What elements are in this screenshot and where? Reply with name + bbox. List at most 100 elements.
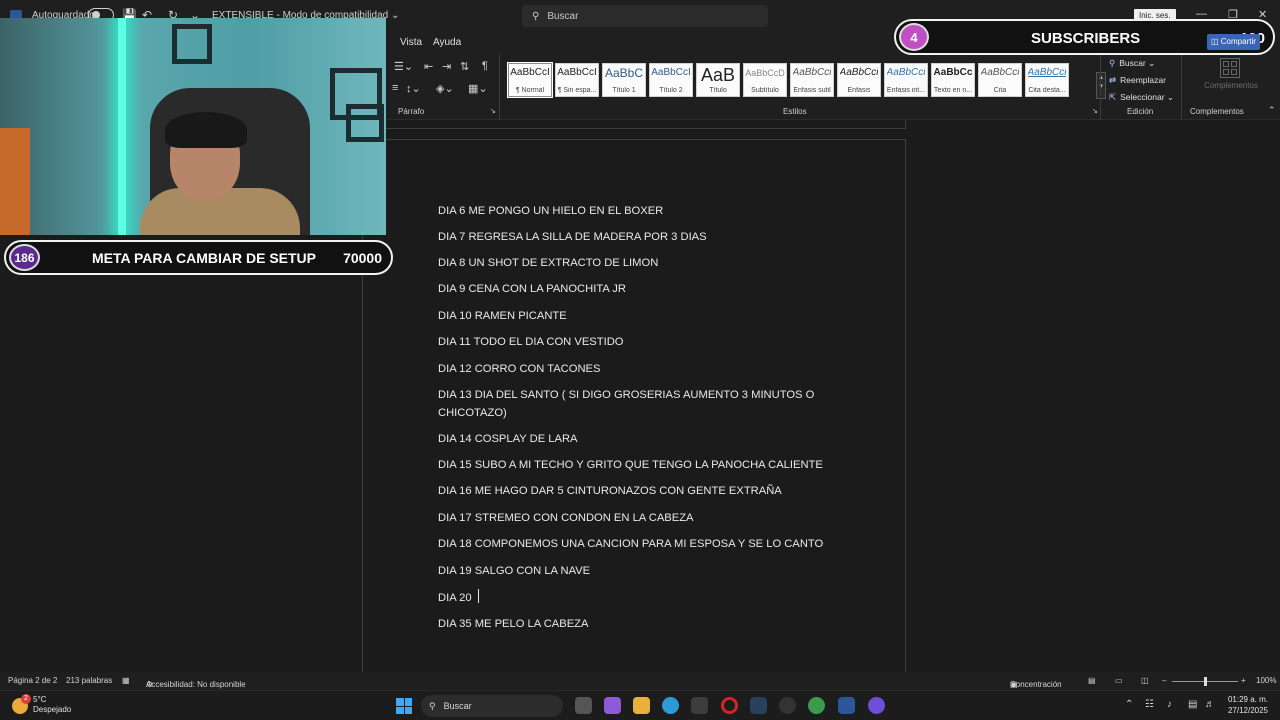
copilot-icon[interactable] (604, 697, 621, 714)
taskbar: 2 5°C Despejado ⚲ Buscar ⌃ ☷ ♪ ▤ ♬ 01:29… (0, 690, 1280, 720)
doc-line-current[interactable]: DIA 20 (438, 589, 818, 608)
style-normal[interactable]: AaBbCcI ¶ Normal (507, 62, 553, 98)
doc-line[interactable]: DIA 17 STREMEO CON CONDON EN LA CABEZA (438, 510, 818, 528)
search-box[interactable]: ⚲ Buscar (522, 5, 768, 27)
store-icon[interactable] (691, 697, 708, 714)
tab-vista[interactable]: Vista (400, 37, 422, 48)
styles-launcher-icon[interactable]: ↘ (1092, 107, 1098, 115)
select-button[interactable]: ⇱ Seleccionar ⌄ (1109, 92, 1174, 103)
share-button[interactable]: ◫ Compartir (1207, 34, 1260, 50)
network-icon[interactable]: ▤ (1188, 699, 1197, 710)
style-titulo-2[interactable]: AaBbCcI Título 2 (649, 63, 693, 97)
print-layout-icon[interactable]: ▭ (1115, 676, 1123, 685)
line-spacing-icon[interactable]: ↕⌄ (406, 82, 421, 95)
style-name: Título 2 (659, 87, 683, 94)
find-button[interactable]: ⚲ Buscar ⌄ (1109, 58, 1155, 69)
tray-overflow-icon[interactable]: ⌃ (1125, 699, 1133, 710)
weather-temperature[interactable]: 5°C (33, 695, 46, 704)
addins-icon[interactable] (1220, 58, 1240, 78)
find-label: Buscar (1119, 58, 1146, 68)
word-count[interactable]: 213 palabras (66, 676, 112, 685)
style-titulo[interactable]: AaB Título (696, 63, 740, 97)
doc-line[interactable]: DIA 8 UN SHOT DE EXTRACTO DE LIMON (438, 255, 818, 273)
style-enfasis-sutil[interactable]: AaBbCci Énfasis sutil (790, 63, 834, 97)
file-explorer-icon[interactable] (633, 697, 650, 714)
doc-line[interactable]: DIA 6 ME PONGO UN HIELO EN EL BOXER (438, 203, 818, 221)
style-name: Texto en n... (933, 87, 973, 94)
proofing-icon[interactable]: ▦ (122, 676, 130, 685)
document-page[interactable]: DIA 6 ME PONGO UN HIELO EN EL BOXER DIA … (362, 139, 906, 679)
zoom-in-icon[interactable]: + (1241, 676, 1246, 685)
style-preview: AaBbCcI (557, 67, 597, 78)
style-preview: AaBbCcI (510, 67, 550, 78)
style-enfasis-intenso[interactable]: AaBbCci Énfasis int... (884, 63, 928, 97)
tab-ayuda[interactable]: Ayuda (433, 37, 461, 48)
edge-icon[interactable] (662, 697, 679, 714)
doc-line[interactable]: DIA 9 CENA CON LA PANOCHITA JR (438, 281, 818, 299)
web-layout-icon[interactable]: ◫ (1141, 676, 1149, 685)
decrease-indent-icon[interactable]: ⇤ (424, 60, 433, 73)
style-name: Subtítulo (751, 87, 779, 94)
style-cita-destacada[interactable]: AaBbCci Cita desta... (1025, 63, 1069, 97)
style-preview: AaBbCci (1027, 67, 1067, 78)
doc-line[interactable]: DIA 10 RAMEN PICANTE (438, 308, 818, 326)
taskbar-search[interactable]: ⚲ Buscar (421, 695, 563, 717)
zoom-slider-thumb[interactable] (1204, 677, 1207, 686)
sort-icon[interactable]: ⇅ (460, 60, 469, 73)
editing-group: ⚲ Buscar ⌄ ⇄ Reemplazar ⇱ Seleccionar ⌄ Edi… (1100, 54, 1182, 120)
replace-button[interactable]: ⇄ Reemplazar (1109, 75, 1166, 86)
goal-bar-setup: 186 META PARA CAMBIAR DE SETUP 70000 (4, 240, 393, 275)
doc-line[interactable]: DIA 12 CORRO CON TACONES (438, 361, 818, 379)
chrome-icon[interactable] (808, 697, 825, 714)
zoom-level[interactable]: 100% (1256, 676, 1276, 685)
system-clock[interactable]: 01:29 a. m. 27/12/2025 (1228, 694, 1268, 716)
style-enfasis[interactable]: AaBbCci Énfasis (837, 63, 881, 97)
neon-light (118, 18, 126, 235)
borders-icon[interactable]: ▦⌄ (468, 82, 488, 95)
style-cita[interactable]: AaBbCci Cita (978, 63, 1022, 97)
microphone-icon[interactable]: ♪ (1167, 699, 1172, 710)
windows-start-icon[interactable] (396, 698, 412, 714)
discord-icon[interactable] (868, 697, 885, 714)
style-texto-en-negrita[interactable]: AaBbCc Texto en n... (931, 63, 975, 97)
paragraph-launcher-icon[interactable]: ↘ (490, 107, 496, 115)
doc-line[interactable]: DIA 13 DIA DEL SANTO ( SI DIGO GROSERIAS… (438, 387, 818, 422)
webcam-object (0, 128, 30, 235)
opera-icon[interactable] (721, 697, 738, 714)
doc-line[interactable]: DIA 14 COSPLAY DE LARA (438, 431, 818, 449)
collapse-ribbon-icon[interactable]: ⌃ (1268, 105, 1276, 116)
zoom-out-icon[interactable]: – (1162, 676, 1166, 685)
editing-group-label: Edición (1127, 107, 1154, 116)
volume-icon[interactable]: ♬ (1205, 699, 1215, 710)
doc-line[interactable]: DIA 19 SALGO CON LA NAVE (438, 563, 818, 581)
tray-app-icon[interactable]: ☷ (1145, 699, 1154, 710)
task-view-icon[interactable] (575, 697, 592, 714)
style-sin-espaciado[interactable]: AaBbCcI ¶ Sin espa... (555, 63, 599, 97)
addins-button-label[interactable]: Complementos (1182, 81, 1280, 90)
style-titulo-1[interactable]: AaBbC Título 1 (602, 63, 646, 97)
multilevel-list-icon[interactable]: ☰⌄ (394, 60, 413, 73)
doc-line[interactable]: DIA 7 REGRESA LA SILLA DE MADERA POR 3 D… (438, 229, 818, 247)
read-mode-icon[interactable]: ▤ (1088, 676, 1096, 685)
increase-indent-icon[interactable]: ⇥ (442, 60, 451, 73)
style-subtitulo[interactable]: AaBbCcD Subtítulo (743, 63, 787, 97)
text-cursor (477, 589, 479, 603)
doc-line[interactable]: DIA 35 ME PELO LA CABEZA (438, 616, 818, 634)
show-formatting-icon[interactable]: ¶ (482, 60, 488, 72)
share-label: Compartir (1220, 37, 1256, 46)
word-taskbar-icon[interactable] (838, 697, 855, 714)
steam-icon[interactable] (750, 697, 767, 714)
obs-icon[interactable] (779, 697, 796, 714)
page-count[interactable]: Página 2 de 2 (8, 676, 57, 685)
justify-icon[interactable]: ≡ (392, 82, 398, 94)
doc-line[interactable]: DIA 18 COMPONEMOS UNA CANCION PARA MI ES… (438, 536, 838, 554)
weather-description[interactable]: Despejado (33, 705, 71, 714)
doc-line[interactable]: DIA 15 SUBO A MI TECHO Y GRITO QUE TENGO… (438, 457, 838, 475)
doc-line[interactable]: DIA 16 ME HAGO DAR 5 CINTURONAZOS CON GE… (438, 483, 818, 501)
styles-group-label: Estilos (783, 107, 807, 116)
doc-line[interactable]: DIA 11 TODO EL DIA CON VESTIDO (438, 334, 818, 352)
style-preview: AaBbCci (839, 67, 879, 78)
shading-icon[interactable]: ◈⌄ (436, 82, 454, 95)
select-icon: ⇱ (1109, 92, 1117, 102)
subscriber-count-badge: 4 (899, 23, 929, 51)
